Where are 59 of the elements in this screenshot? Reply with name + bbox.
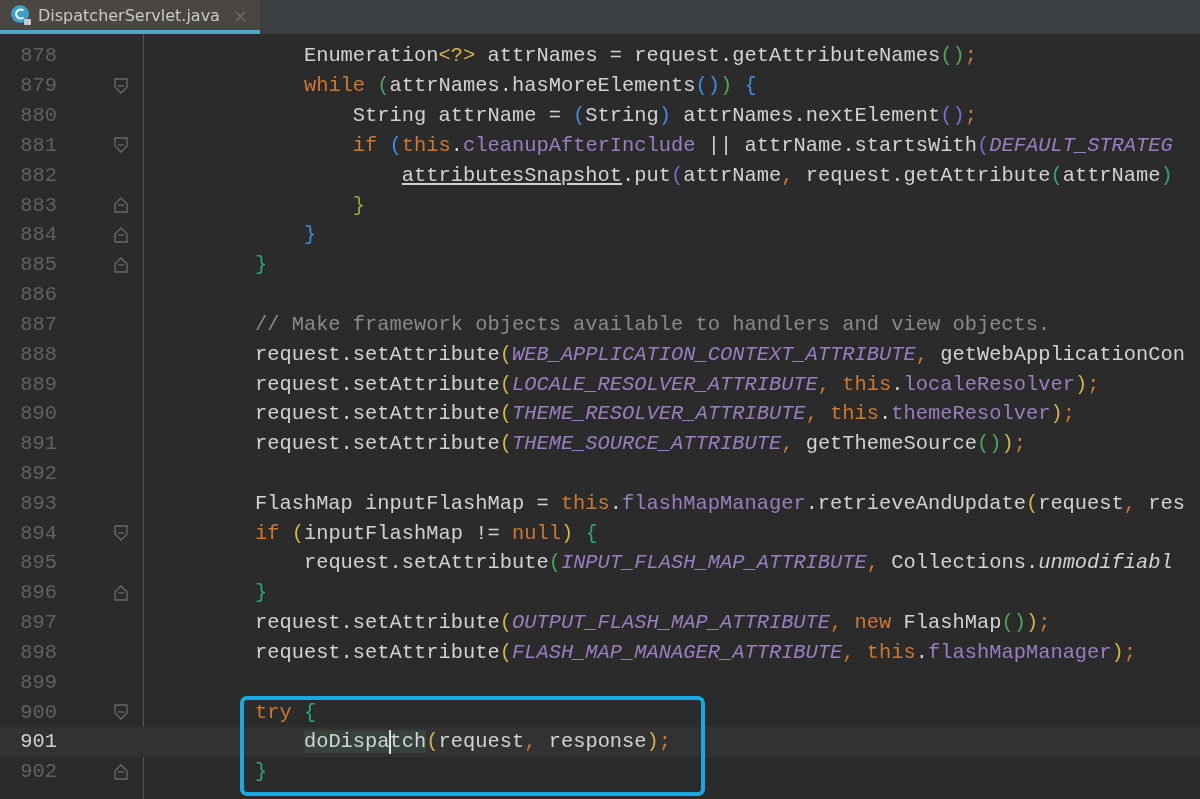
line-number: 889: [19, 372, 57, 396]
code-line: }: [351, 193, 366, 217]
code-line: if (inputFlashMap != null) {: [253, 521, 598, 545]
code-line: attributesSnapshot.put(attrName, request.getAttribute(attrName): [400, 163, 1173, 187]
code-line: Enumeration<?> attrNames = request.getAttributeNames();: [302, 44, 977, 68]
line-number: 887: [19, 312, 57, 336]
fold-end-icon[interactable]: [112, 762, 129, 781]
line-number: 891: [19, 432, 57, 456]
fold-end-icon[interactable]: [112, 583, 129, 602]
code-line: request.setAttribute(THEME_SOURCE_ATTRIBUTE, getThemeSource());: [253, 432, 1026, 456]
line-number: 888: [19, 342, 57, 366]
code-line: }: [253, 581, 268, 605]
code-text: (request, response);: [426, 730, 672, 754]
line-number: 890: [19, 402, 57, 426]
line-number: 883: [19, 193, 57, 217]
code-line: // Make framework objects available to handlers and view objects.: [253, 312, 1051, 336]
line-number: 885: [19, 253, 57, 277]
identifier-highlight: doDispatch: [303, 730, 427, 754]
line-number: 899: [19, 670, 57, 694]
code-line: request.setAttribute(THEME_RESOLVER_ATTRIBUTE, this.themeResolver);: [253, 402, 1075, 426]
code-line: request.setAttribute(WEB_APPLICATION_CONTEXT_ATTRIBUTE, getWebApplicationCon: [253, 342, 1185, 366]
code-line: if (this.cleanupAfterInclude || attrName.startsWith(DEFAULT_STRATEG: [351, 133, 1173, 157]
fold-end-icon[interactable]: [112, 196, 129, 215]
fold-end-icon[interactable]: [112, 225, 129, 244]
fold-start-icon[interactable]: [112, 703, 129, 722]
code-line: request.setAttribute(OUTPUT_FLASH_MAP_ATTRIBUTE, new FlashMap());: [253, 611, 1051, 635]
code-line: }: [253, 760, 268, 784]
line-number: 901: [19, 730, 57, 754]
line-number: 894: [19, 521, 57, 545]
code-line: }: [302, 223, 317, 247]
code-line: request.setAttribute(INPUT_FLASH_MAP_ATTRIBUTE, Collections.unmodifiabl: [302, 551, 1173, 575]
editor-tab[interactable]: DispatcherServlet.java ×: [0, 0, 260, 34]
line-number: 882: [19, 163, 57, 187]
code-line: FlashMap inputFlashMap = this.flashMapManager.retrieveAndUpdate(request, res: [253, 491, 1185, 515]
line-number: 879: [19, 74, 57, 98]
code-line: String attrName = (String) attrNames.nextElement();: [351, 104, 977, 128]
line-number: 896: [19, 581, 57, 605]
line-number: 880: [19, 104, 57, 128]
code-line: }: [253, 253, 268, 277]
line-number: 902: [19, 760, 57, 784]
line-number: 886: [19, 283, 57, 307]
code-line: while (attrNames.hasMoreElements()) {: [302, 74, 757, 98]
line-number: 893: [19, 491, 57, 515]
line-number: 881: [19, 133, 57, 157]
code-line: try {: [253, 700, 317, 724]
fold-end-icon[interactable]: [112, 255, 129, 274]
line-number: 878: [19, 44, 57, 68]
line-number: 884: [19, 223, 57, 247]
code-line: request.setAttribute(FLASH_MAP_MANAGER_ATTRIBUTE, this.flashMapManager);: [253, 640, 1137, 664]
code-line: request.setAttribute(LOCALE_RESOLVER_ATTRIBUTE, this.localeResolver);: [253, 372, 1100, 396]
class-icon: [10, 4, 32, 26]
line-number: 898: [19, 640, 57, 664]
line-number: 897: [19, 611, 57, 635]
fold-start-icon[interactable]: [112, 524, 129, 543]
fold-start-icon[interactable]: [112, 136, 129, 155]
line-number: 900: [19, 700, 57, 724]
line-number: 892: [19, 462, 57, 485]
line-number: 895: [19, 551, 57, 575]
fold-start-icon[interactable]: [112, 76, 129, 95]
